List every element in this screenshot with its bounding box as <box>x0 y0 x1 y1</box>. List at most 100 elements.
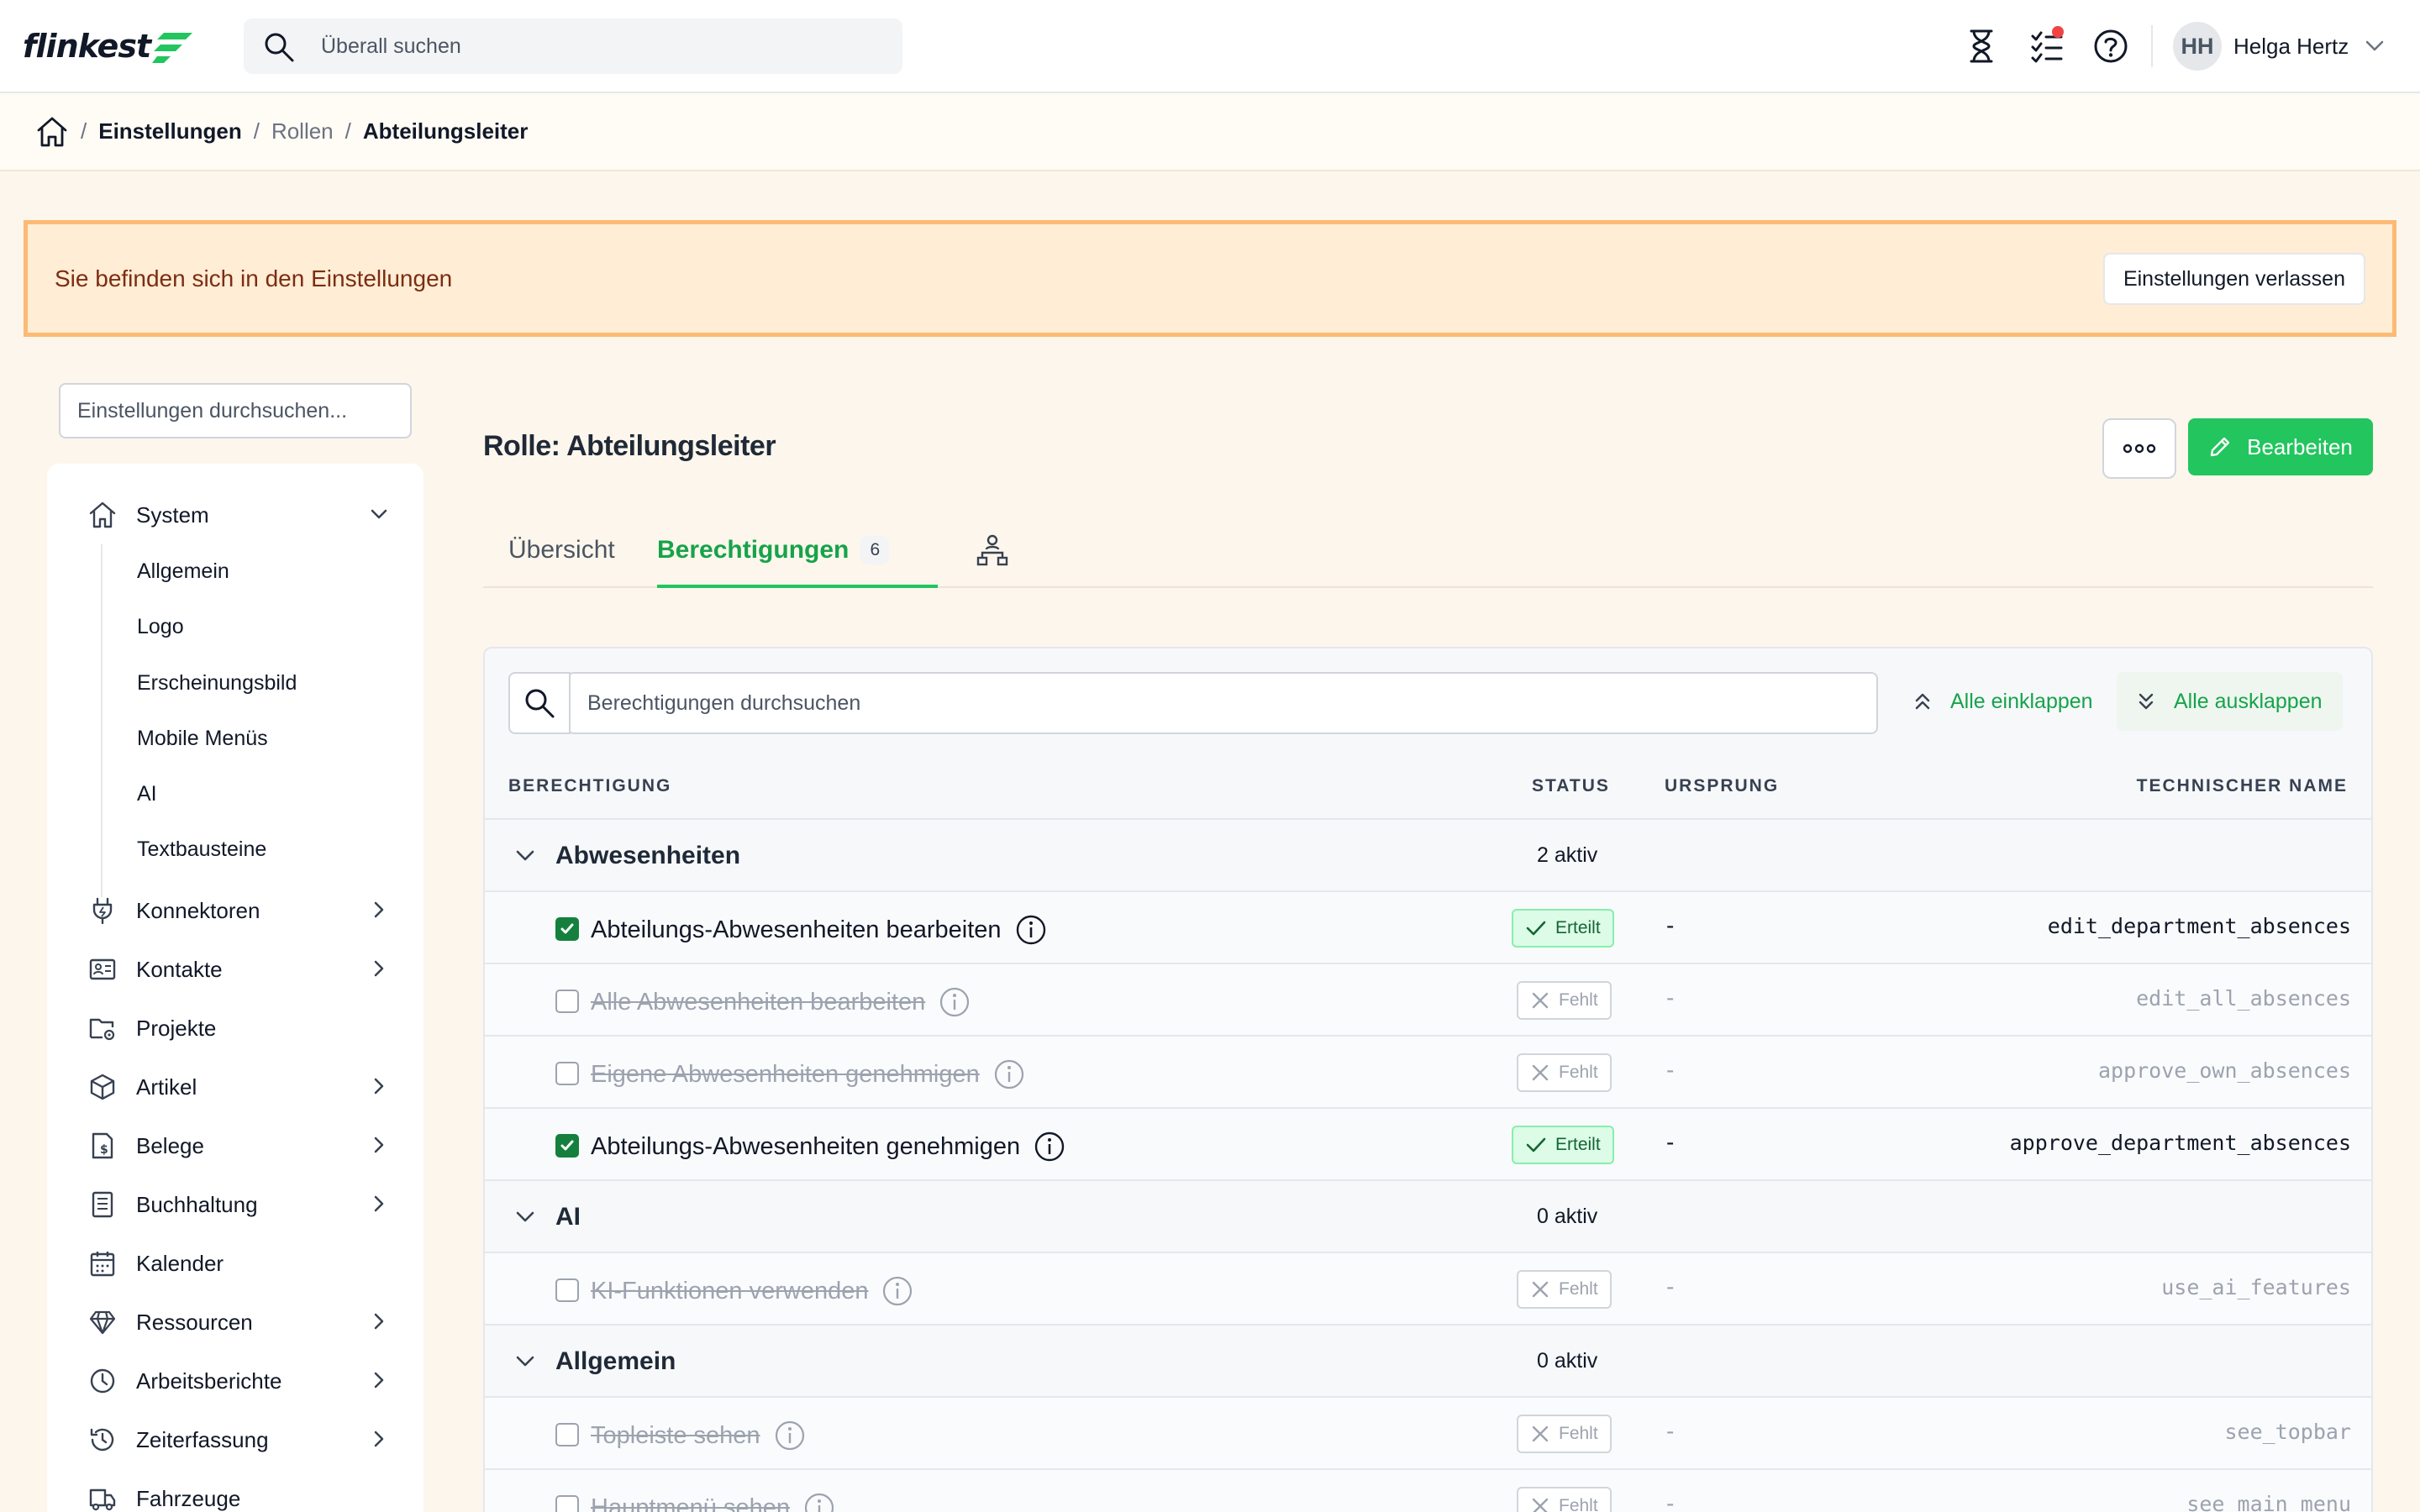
edit-button-label: Bearbeiten <box>2247 433 2353 459</box>
check-icon <box>1526 1137 1546 1152</box>
permission-row: KI-Funktionen verwenden Fehlt - use_ai_f… <box>485 1252 2371 1324</box>
permission-label-text: Eigene Abwesenheiten genehmigen <box>591 1060 980 1088</box>
sidebar-subitem-ai[interactable]: AI <box>137 782 157 806</box>
chevron-down-icon[interactable] <box>513 1205 537 1229</box>
hourglass-icon <box>1970 29 1993 63</box>
tab-hierarchy[interactable] <box>975 529 1010 571</box>
info-icon[interactable] <box>774 1420 806 1452</box>
sidebar-item-label: Konnektoren <box>136 897 260 923</box>
clock-icon <box>87 1366 118 1396</box>
tab-overview[interactable]: Übersicht <box>508 512 615 588</box>
chevron-down-icon[interactable] <box>513 1350 537 1373</box>
user-menu[interactable]: HH Helga Hertz <box>2173 22 2384 71</box>
column-header-technical-name[interactable]: TECHNISCHER NAME <box>2137 776 2348 796</box>
sidebar-item-label: Belege <box>136 1132 204 1158</box>
permission-checkbox[interactable] <box>555 990 579 1013</box>
permissions-search-input[interactable] <box>567 672 1878 734</box>
info-icon[interactable] <box>993 1058 1025 1090</box>
sidebar-item-projects[interactable]: Projekte <box>87 1007 390 1049</box>
status-text: Fehlt <box>1559 1279 1598 1299</box>
calendar-icon <box>87 1248 118 1278</box>
permission-checkbox[interactable] <box>555 1423 579 1446</box>
column-header-status[interactable]: STATUS <box>1532 776 1610 796</box>
sidebar-item-label: Zeiterfassung <box>136 1426 269 1452</box>
permission-checkbox[interactable] <box>555 1134 579 1158</box>
permission-row: Abteilungs-Abwesenheiten genehmigen Erte… <box>485 1107 2371 1179</box>
tab-permissions[interactable]: Berechtigungen 6 <box>657 512 890 588</box>
permission-checkbox[interactable] <box>555 1278 579 1302</box>
permission-origin: - <box>1666 1418 1675 1444</box>
sidebar-subitem-logo[interactable]: Logo <box>137 615 184 639</box>
sidebar-item-vehicles[interactable]: Fahrzeuge <box>87 1478 390 1512</box>
info-icon[interactable] <box>1034 1131 1065 1163</box>
sidebar-subitem-text-modules[interactable]: Textbausteine <box>137 837 266 862</box>
sidebar-subitem-mobile-menus[interactable]: Mobile Menüs <box>137 727 268 751</box>
logo[interactable]: flinkest <box>23 25 194 67</box>
sidebar-item-articles[interactable]: Artikel <box>87 1066 390 1108</box>
sidebar-item-receipts[interactable]: $ Belege <box>87 1125 390 1167</box>
group-active-count: 0 aktiv <box>1537 1205 1598 1228</box>
info-icon[interactable] <box>1015 914 1047 946</box>
sidebar-subitem-appearance[interactable]: Erscheinungsbild <box>137 671 297 696</box>
sidebar-item-resources[interactable]: Ressourcen <box>87 1301 390 1343</box>
column-header-origin[interactable]: URSPRUNG <box>1665 776 1779 796</box>
permission-label: Eigene Abwesenheiten genehmigen <box>591 1058 1025 1090</box>
leave-settings-button[interactable]: Einstellungen verlassen <box>2102 253 2365 305</box>
tab-permissions-label: Berechtigungen <box>657 536 850 564</box>
info-icon[interactable] <box>803 1492 835 1512</box>
x-icon <box>1532 1425 1549 1442</box>
sidebar-item-calendar[interactable]: Kalender <box>87 1242 390 1284</box>
info-icon[interactable] <box>881 1275 913 1307</box>
permission-group-ai[interactable]: AI 0 aktiv <box>485 1179 2371 1252</box>
sidebar-item-label: Fahrzeuge <box>136 1485 241 1511</box>
sidebar-subitem-general[interactable]: Allgemein <box>137 559 229 584</box>
help-button[interactable] <box>2091 26 2131 66</box>
collapse-all-button[interactable]: Alle einklappen <box>1893 672 2113 731</box>
sidebar-item-contacts[interactable]: Kontakte <box>87 948 390 990</box>
permission-origin: - <box>1666 1490 1675 1512</box>
tasks-button[interactable] <box>2027 26 2067 66</box>
permission-checkbox[interactable] <box>555 917 579 941</box>
permission-origin: - <box>1666 912 1675 938</box>
chevron-right-icon <box>374 1137 384 1153</box>
breadcrumb-settings[interactable]: Einstellungen <box>98 118 241 144</box>
chevron-right-icon <box>374 1195 384 1212</box>
expand-all-button[interactable]: Alle ausklappen <box>2117 672 2343 731</box>
permission-label-text: Abteilungs-Abwesenheiten genehmigen <box>591 1132 1021 1160</box>
sidebar-item-label: Arbeitsberichte <box>136 1368 282 1394</box>
chevron-down-icon[interactable] <box>513 844 537 868</box>
permissions-search-button[interactable] <box>508 672 571 734</box>
more-actions-button[interactable] <box>2102 418 2176 479</box>
receipt-icon: $ <box>87 1131 118 1161</box>
group-active-count: 0 aktiv <box>1537 1349 1598 1373</box>
chevron-right-icon <box>374 901 384 918</box>
breadcrumb-separator: / <box>81 118 87 144</box>
permission-row: Eigene Abwesenheiten genehmigen Fehlt - … <box>485 1035 2371 1107</box>
permission-checkbox[interactable] <box>555 1495 579 1512</box>
sidebar-item-system[interactable]: System <box>87 494 390 536</box>
settings-search-input[interactable] <box>59 383 412 438</box>
status-badge-missing: Fehlt <box>1517 981 1612 1020</box>
permission-group-general[interactable]: Allgemein 0 aktiv <box>485 1324 2371 1396</box>
contact-card-icon <box>87 954 118 984</box>
column-header-permission[interactable]: BERECHTIGUNG <box>508 776 671 796</box>
check-icon <box>1526 921 1546 936</box>
sidebar-item-accounting[interactable]: Buchhaltung <box>87 1184 390 1226</box>
breadcrumb-roles[interactable]: Rollen <box>271 118 334 144</box>
global-search-input[interactable] <box>321 18 876 74</box>
home-icon[interactable] <box>35 115 69 149</box>
logo-mark-icon <box>152 33 193 63</box>
x-icon <box>1532 992 1549 1009</box>
sidebar-item-time-tracking[interactable]: Zeiterfassung <box>87 1419 390 1461</box>
status-badge-granted: Erteilt <box>1512 909 1614 948</box>
permissions-card: Alle einklappen Alle ausklappen BERECHTI… <box>483 647 2373 1512</box>
sidebar-item-label: Kalender <box>136 1250 224 1276</box>
edit-button[interactable]: Bearbeiten <box>2188 418 2373 475</box>
hourglass-button[interactable] <box>1961 26 2002 66</box>
avatar: HH <box>2173 22 2222 71</box>
info-icon[interactable] <box>939 986 971 1018</box>
permission-checkbox[interactable] <box>555 1062 579 1085</box>
sidebar-item-connectors[interactable]: Konnektoren <box>87 890 390 932</box>
sidebar-item-work-reports[interactable]: Arbeitsberichte <box>87 1360 390 1402</box>
permission-group-absences[interactable]: Abwesenheiten 2 aktiv <box>485 818 2371 890</box>
